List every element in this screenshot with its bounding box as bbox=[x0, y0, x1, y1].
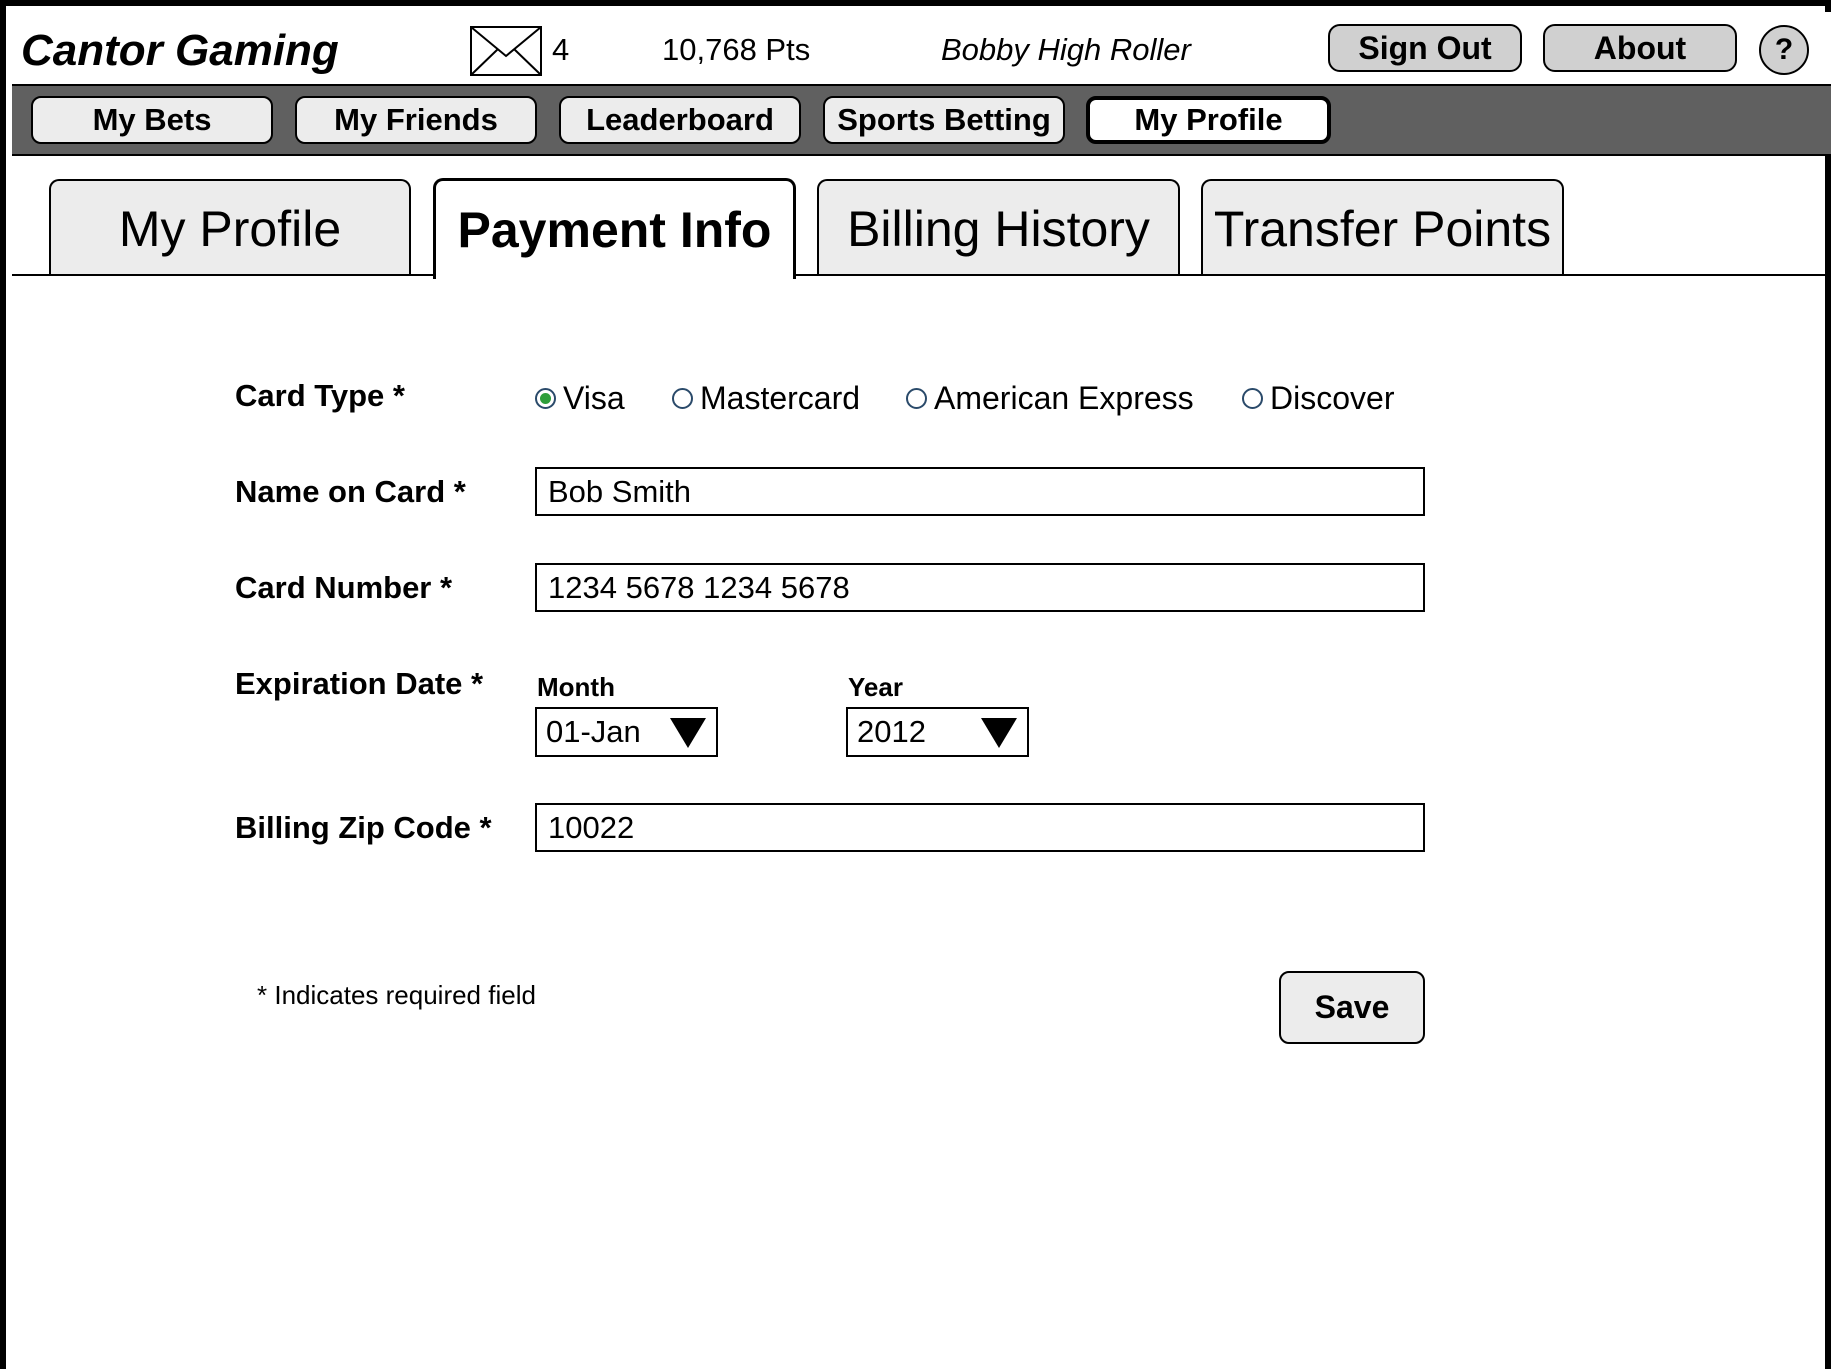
tab-my-profile[interactable]: My Profile bbox=[49, 179, 411, 276]
card-number-label: Card Number * bbox=[235, 570, 453, 605]
envelope-icon[interactable] bbox=[470, 26, 542, 76]
nav-my-bets[interactable]: My Bets bbox=[31, 96, 273, 144]
tab-billing-history[interactable]: Billing History bbox=[817, 179, 1180, 276]
card-number-input[interactable]: 1234 5678 1234 5678 bbox=[535, 563, 1425, 612]
radio-button[interactable] bbox=[906, 388, 927, 409]
radio-discover[interactable]: Discover bbox=[1242, 380, 1394, 417]
nav-my-friends[interactable]: My Friends bbox=[295, 96, 537, 144]
app-window: Cantor Gaming 4 10,768 Pts Bobby High Ro… bbox=[0, 0, 1831, 1369]
year-select[interactable]: 2012 bbox=[846, 707, 1029, 757]
radio-button-selected[interactable] bbox=[535, 388, 556, 409]
nav-leaderboard[interactable]: Leaderboard bbox=[559, 96, 801, 144]
nav-my-profile[interactable]: My Profile bbox=[1086, 96, 1331, 144]
main-nav: My Bets My Friends Leaderboard Sports Be… bbox=[12, 84, 1831, 156]
radio-american-express[interactable]: American Express bbox=[906, 380, 1194, 417]
radio-mastercard[interactable]: Mastercard bbox=[672, 380, 860, 417]
envelope-graphic bbox=[470, 26, 542, 76]
required-field-note: * Indicates required field bbox=[257, 980, 536, 1010]
app-title: Cantor Gaming bbox=[21, 26, 339, 75]
name-on-card-label: Name on Card * bbox=[235, 474, 466, 509]
top-header: Cantor Gaming 4 10,768 Pts Bobby High Ro… bbox=[12, 12, 1831, 84]
tab-transfer-points[interactable]: Transfer Points bbox=[1201, 179, 1564, 276]
points-balance: 10,768 Pts bbox=[662, 32, 811, 67]
billing-zip-input[interactable]: 10022 bbox=[535, 803, 1425, 852]
radio-label: Discover bbox=[1270, 380, 1395, 416]
radio-button[interactable] bbox=[672, 388, 693, 409]
month-label: Month bbox=[537, 672, 615, 702]
save-button[interactable]: Save bbox=[1279, 971, 1425, 1044]
year-value: 2012 bbox=[857, 714, 926, 749]
radio-label: American Express bbox=[934, 380, 1194, 416]
card-type-label: Card Type * bbox=[235, 378, 405, 413]
about-button[interactable]: About bbox=[1543, 24, 1737, 72]
mail-count: 4 bbox=[552, 32, 570, 67]
expiration-date-label: Expiration Date * bbox=[235, 666, 484, 701]
billing-zip-label: Billing Zip Code * bbox=[235, 810, 492, 845]
help-button[interactable]: ? bbox=[1759, 25, 1809, 75]
nav-sports-betting[interactable]: Sports Betting bbox=[823, 96, 1065, 144]
radio-button[interactable] bbox=[1242, 388, 1263, 409]
radio-label: Visa bbox=[563, 380, 625, 416]
tab-payment-info[interactable]: Payment Info bbox=[433, 178, 796, 279]
month-value: 01-Jan bbox=[546, 714, 641, 749]
tab-divider bbox=[12, 274, 1831, 276]
dropdown-arrow-icon[interactable] bbox=[670, 718, 706, 748]
month-select[interactable]: 01-Jan bbox=[535, 707, 718, 757]
radio-label: Mastercard bbox=[700, 380, 861, 416]
radio-visa[interactable]: Visa bbox=[535, 380, 625, 417]
name-on-card-input[interactable]: Bob Smith bbox=[535, 467, 1425, 516]
dropdown-arrow-icon[interactable] bbox=[981, 718, 1017, 748]
username: Bobby High Roller bbox=[941, 32, 1191, 67]
year-label: Year bbox=[848, 672, 903, 702]
sign-out-button[interactable]: Sign Out bbox=[1328, 24, 1522, 72]
